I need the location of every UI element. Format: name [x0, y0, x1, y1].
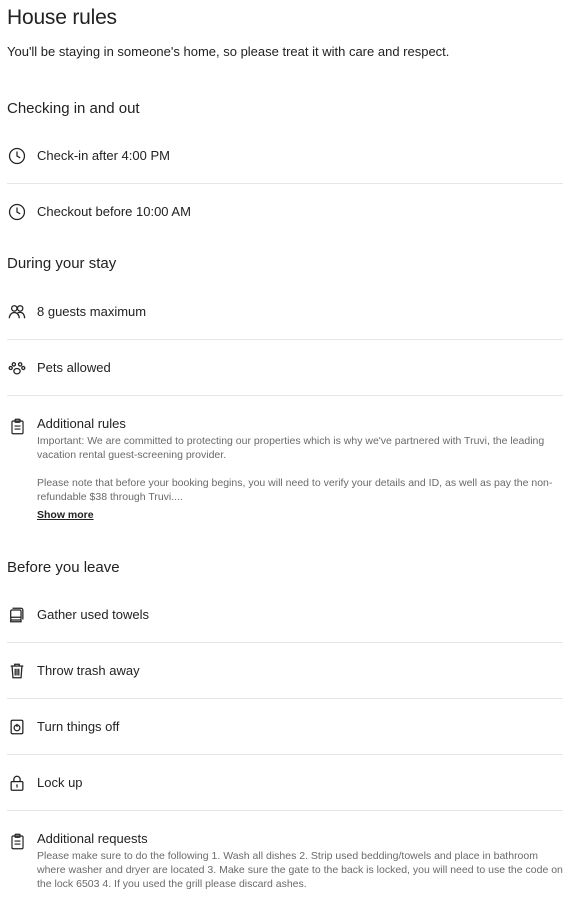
list-item-label: Checkout before 10:00 AM	[37, 204, 191, 219]
clipboard-icon	[7, 416, 27, 435]
list-item-guests: 8 guests maximum	[7, 284, 563, 340]
additional-requests-text: Please make sure to do the following 1. …	[37, 849, 563, 891]
list-item-label: Turn things off	[37, 719, 120, 734]
list-item-checkin: Check-in after 4:00 PM	[7, 128, 563, 184]
clock-icon	[7, 146, 27, 166]
list-item-label: Throw trash away	[37, 663, 140, 678]
additional-rules-paragraph: Please note that before your booking beg…	[37, 477, 553, 503]
additional-requests: Additional requests Please make sure to …	[7, 811, 563, 891]
additional-rules-text: Important: We are committed to protectin…	[37, 434, 563, 504]
clock-icon	[7, 202, 27, 222]
house-rules-page: House rules You'll be staying in someone…	[0, 0, 572, 891]
list-item-pets: Pets allowed	[7, 340, 563, 396]
lock-icon	[7, 773, 27, 793]
list-item-label: Pets allowed	[37, 360, 111, 375]
list-item-label: Check-in after 4:00 PM	[37, 148, 170, 163]
towel-icon	[7, 605, 27, 625]
list-item-label: 8 guests maximum	[37, 304, 147, 319]
trash-icon	[7, 661, 27, 681]
checking-list: Check-in after 4:00 PM Checkout before 1…	[7, 128, 565, 239]
additional-requests-title: Additional requests	[37, 831, 148, 846]
list-item-trash: Throw trash away	[7, 643, 563, 699]
additional-rules-title: Additional rules	[37, 416, 126, 431]
clipboard-icon	[7, 831, 27, 850]
show-more-link[interactable]: Show more	[37, 509, 94, 521]
section-title-during: During your stay	[7, 255, 117, 272]
before-list: Gather used towels Throw trash away Turn…	[7, 587, 565, 891]
additional-rules-paragraph: Important: We are committed to protectin…	[37, 435, 545, 461]
additional-rules: Additional rules Important: We are commi…	[7, 396, 563, 523]
list-item-label: Lock up	[37, 775, 83, 790]
page-subtitle: You'll be staying in someone's home, so …	[7, 44, 450, 59]
page-title: House rules	[7, 6, 117, 29]
section-title-before: Before you leave	[7, 559, 120, 576]
list-item-towels: Gather used towels	[7, 587, 563, 643]
power-icon	[7, 717, 27, 737]
list-item-checkout: Checkout before 10:00 AM	[7, 184, 563, 239]
paw-icon	[7, 358, 27, 378]
additional-requests-paragraph: Please make sure to do the following 1. …	[37, 850, 563, 890]
people-icon	[7, 302, 27, 322]
section-title-checking: Checking in and out	[7, 100, 140, 117]
list-item-power: Turn things off	[7, 699, 563, 755]
during-list: 8 guests maximum Pets allowed Additional…	[7, 284, 565, 523]
list-item-lock: Lock up	[7, 755, 563, 811]
list-item-label: Gather used towels	[37, 607, 150, 622]
